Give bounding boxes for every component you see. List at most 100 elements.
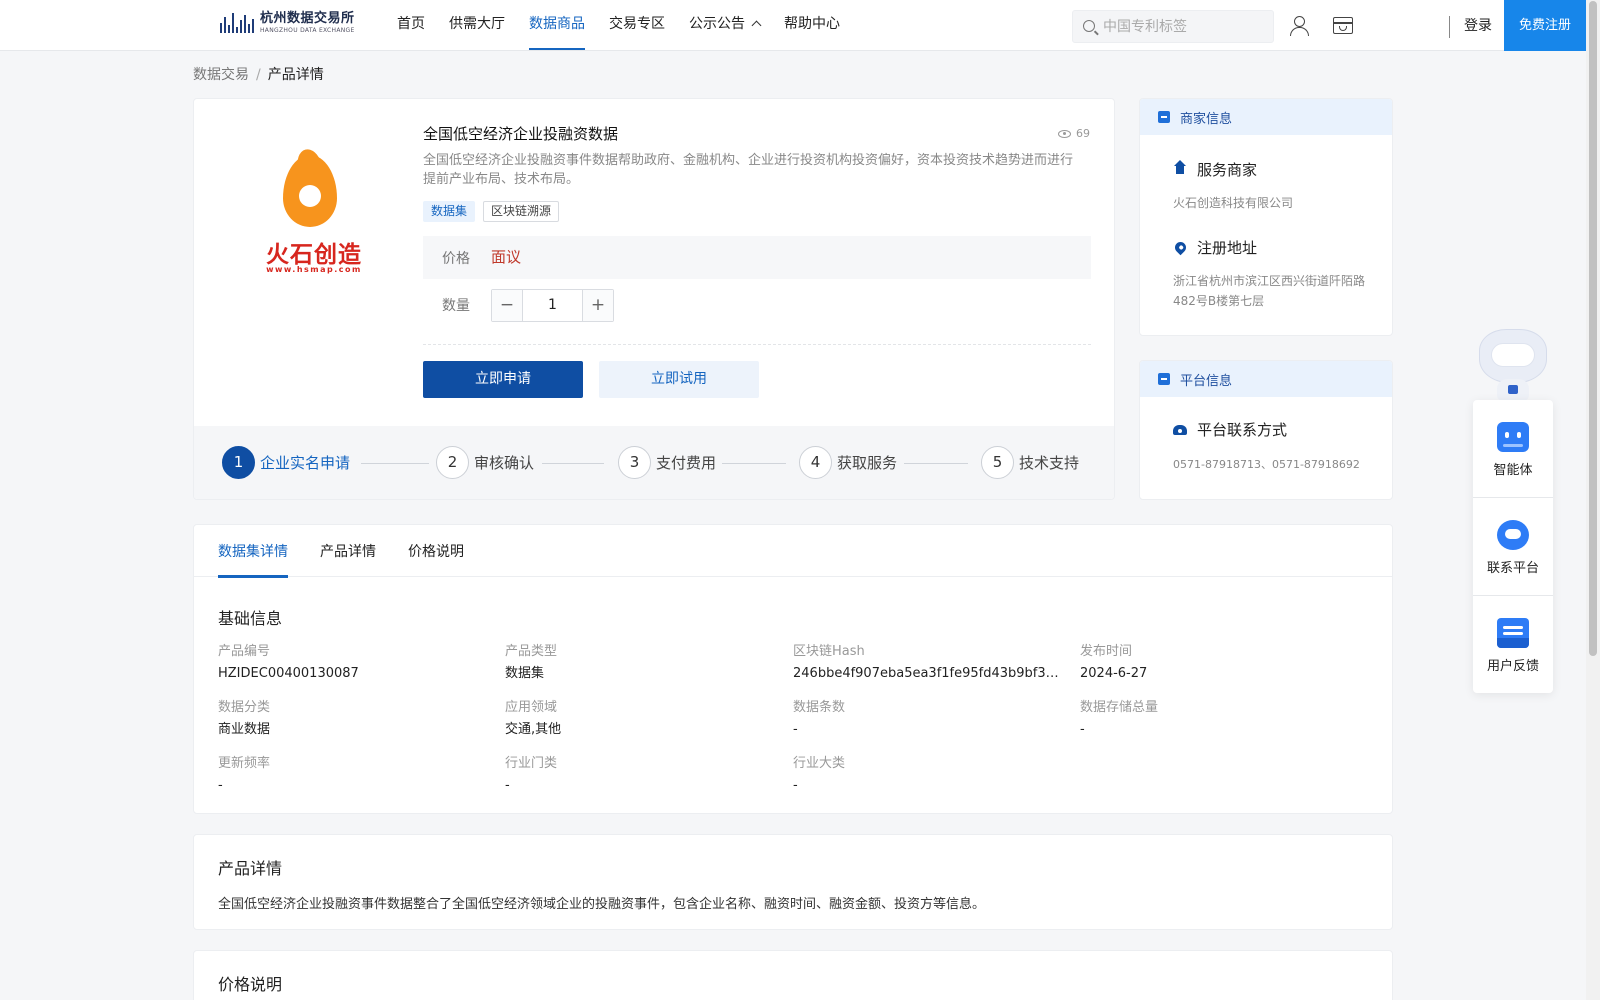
nav-help-center[interactable]: 帮助中心: [772, 0, 852, 50]
top-header: 杭州数据交易所 HANGZHOU DATA EXCHANGE 首页 供需大厅 数…: [0, 0, 1586, 51]
price-value: 面议: [491, 248, 522, 266]
ai-agent-label: 智能体: [1493, 463, 1533, 478]
location-pin-icon: [1172, 239, 1189, 256]
field-value: -: [218, 778, 223, 793]
step-2: 2 审核确认: [436, 446, 534, 479]
view-count: 69: [1058, 127, 1090, 140]
site-logo[interactable]: 杭州数据交易所 HANGZHOU DATA EXCHANGE: [220, 12, 355, 34]
merchant-info-header: 商家信息: [1140, 99, 1392, 135]
eye-icon: [1058, 129, 1071, 138]
user-icon[interactable]: [1289, 15, 1309, 37]
tag-dataset: 数据集: [423, 201, 476, 222]
chevron-up-icon: [751, 20, 762, 31]
quantity-increment-button[interactable]: +: [582, 290, 613, 321]
product-detail-card: 产品详情 全国低空经济企业投融资事件数据整合了全国低空经济领域企业的投融资事件，…: [193, 834, 1393, 930]
flame-icon: [279, 146, 341, 229]
field-update-frequency: 更新频率 -: [218, 755, 488, 795]
logo-subtitle: HANGZHOU DATA EXCHANGE: [260, 27, 355, 34]
basic-info-title: 基础信息: [218, 609, 283, 628]
field-product-id: 产品编号 HZIDEC00400130087: [218, 643, 488, 683]
field-value: 交通,其他: [505, 722, 562, 737]
step-label: 企业实名申请: [260, 454, 351, 472]
nav-trading-zone[interactable]: 交易专区: [597, 0, 677, 50]
apply-now-button[interactable]: 立即申请: [423, 361, 583, 398]
nav-home[interactable]: 首页: [385, 0, 437, 50]
step-connector: [722, 463, 786, 464]
breadcrumb: 数据交易 / 产品详情: [193, 65, 324, 85]
nav-announcements[interactable]: 公示公告: [677, 0, 772, 50]
header-divider: [1449, 16, 1450, 38]
headset-icon: [1497, 520, 1529, 550]
step-label: 支付费用: [656, 454, 717, 472]
step-number: 1: [222, 446, 255, 479]
field-value: 246bbe4f907eba5ea3f1fe95fd43b9bf3c4a...: [793, 666, 1063, 681]
user-feedback-button[interactable]: 用户反馈: [1473, 596, 1553, 693]
service-merchant-value[interactable]: 火石创造科技有限公司: [1173, 193, 1373, 213]
view-count-value: 69: [1076, 127, 1090, 140]
step-1: 1 企业实名申请: [222, 446, 350, 479]
page-scrollbar[interactable]: [1586, 0, 1600, 1000]
price-description-title: 价格说明: [218, 975, 283, 994]
tab-dataset-details[interactable]: 数据集详情: [218, 541, 288, 578]
product-detail-title: 产品详情: [218, 859, 283, 878]
registered-address-label: 注册地址: [1197, 239, 1258, 257]
search-box: [1072, 10, 1274, 43]
nav-announcements-label: 公示公告: [689, 16, 745, 32]
registered-address-value: 浙江省杭州市滨江区西兴街道阡陌路482号B楼第七层: [1173, 274, 1366, 308]
dataset-details-card: 数据集详情 产品详情 价格说明 基础信息 产品编号 HZIDEC004001300…: [193, 524, 1393, 814]
user-feedback-label: 用户反馈: [1486, 659, 1539, 674]
contact-platform-button[interactable]: 联系平台: [1473, 498, 1553, 595]
platform-contact-heading: 平台联系方式: [1173, 419, 1287, 440]
price-box: 价格 面议: [423, 236, 1091, 279]
floating-service-panel: 智能体 联系平台 用户反馈: [1473, 400, 1553, 693]
tab-product-details[interactable]: 产品详情: [320, 541, 376, 577]
field-industry-major-class: 行业大类 -: [793, 755, 1063, 795]
product-title: 全国低空经济企业投融资数据: [423, 125, 619, 143]
platform-info-header: 平台信息: [1140, 361, 1392, 397]
logo-brand-name: 火石创造: [266, 242, 362, 268]
register-button[interactable]: 免费注册: [1504, 0, 1586, 51]
nav-supply-demand[interactable]: 供需大厅: [437, 0, 517, 50]
product-description: 全国低空经济企业投融资事件数据帮助政府、金融机构、企业进行投资机构投资偏好，资本…: [423, 153, 1074, 187]
quantity-decrement-button[interactable]: −: [492, 290, 523, 321]
store-icon[interactable]: [1333, 17, 1353, 34]
ai-agent-button[interactable]: 智能体: [1473, 400, 1553, 497]
product-tags: 数据集 区块链溯源: [423, 201, 560, 222]
quantity-stepper: − 1 +: [491, 289, 614, 322]
field-value: -: [1080, 722, 1085, 737]
breadcrumb-data-trading[interactable]: 数据交易: [193, 67, 249, 83]
field-label: 数据分类: [218, 700, 271, 715]
step-5: 5 技术支持: [981, 446, 1079, 479]
breadcrumb-current: 产品详情: [267, 67, 324, 83]
bot-icon: [1497, 422, 1529, 452]
tab-price-description[interactable]: 价格说明: [408, 541, 464, 577]
detail-tabs: 数据集详情 产品详情 价格说明: [194, 525, 1392, 578]
monitor-icon: [1158, 373, 1170, 385]
nav-data-products[interactable]: 数据商品: [517, 0, 597, 50]
quantity-input[interactable]: 1: [523, 290, 582, 321]
contact-platform-label: 联系平台: [1486, 561, 1539, 576]
service-merchant-heading: 服务商家: [1173, 159, 1257, 180]
field-label: 发布时间: [1080, 644, 1133, 659]
step-3: 3 支付费用: [618, 446, 716, 479]
field-label: 更新频率: [218, 756, 271, 771]
step-number: 3: [618, 446, 651, 479]
field-publish-time: 发布时间 2024-6-27: [1080, 643, 1350, 683]
scrollbar-thumb[interactable]: [1589, 1, 1597, 656]
shop-icon: [1158, 111, 1170, 123]
step-number: 5: [981, 446, 1014, 479]
try-now-button[interactable]: 立即试用: [599, 361, 759, 398]
product-detail-text: 全国低空经济企业投融资事件数据整合了全国低空经济领域企业的投融资事件，包含企业名…: [218, 897, 986, 912]
field-data-category: 数据分类 商业数据: [218, 699, 488, 739]
dashed-divider: [423, 344, 1091, 345]
main-nav: 首页 供需大厅 数据商品 交易专区 公示公告 帮助中心: [385, 0, 852, 50]
search-input[interactable]: [1103, 11, 1268, 42]
login-link[interactable]: 登录: [1464, 0, 1492, 52]
quantity-label: 数量: [442, 298, 470, 314]
assistant-robot-icon[interactable]: [1475, 325, 1551, 405]
platform-info-title: 平台信息: [1180, 374, 1233, 389]
field-industry-category: 行业门类 -: [505, 755, 775, 795]
search-icon[interactable]: [1083, 20, 1095, 32]
feedback-icon: [1497, 618, 1529, 648]
field-value: -: [793, 722, 798, 737]
